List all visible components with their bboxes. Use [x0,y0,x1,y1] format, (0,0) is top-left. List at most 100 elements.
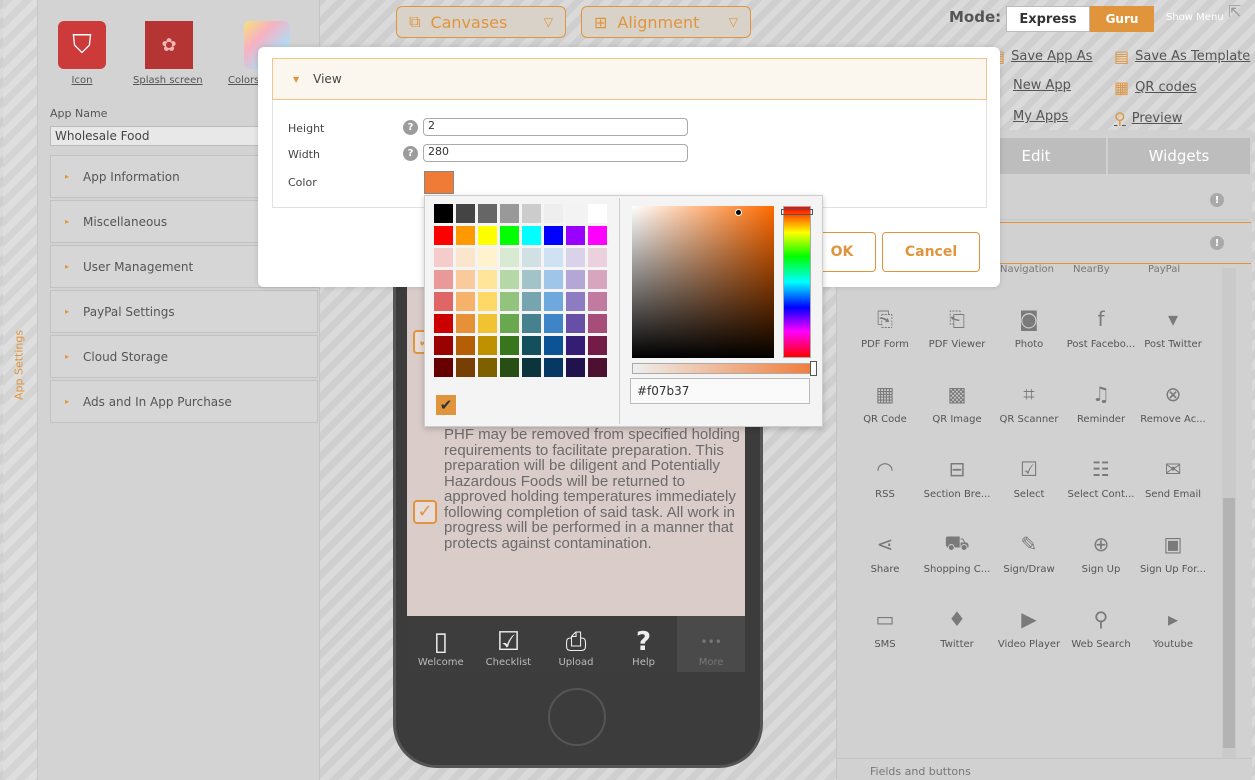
alpha-slider-handle[interactable] [810,361,817,376]
widget-item[interactable]: ⊗ Remove Ac... [1138,380,1208,455]
show-menu-link[interactable]: Show Menu [1166,12,1224,23]
palette-swatch[interactable] [566,226,585,245]
palette-swatch[interactable] [544,336,563,355]
palette-swatch[interactable] [456,226,475,245]
palette-swatch[interactable] [522,204,541,223]
phone-tab-upload[interactable]: ⎙ Upload [542,616,610,672]
widget-item[interactable]: ⎘ PDF Form [850,305,920,380]
palette-swatch[interactable] [456,314,475,333]
palette-swatch[interactable] [588,270,607,289]
palette-swatch[interactable] [544,248,563,267]
phone-tab-checklist[interactable]: ☑ Checklist [475,616,543,672]
widget-item[interactable]: ⌗ QR Scanner [994,380,1064,455]
widget-item[interactable]: ▾ Post Twitter [1138,305,1208,380]
widget-item[interactable]: ▣ Sign Up For... [1138,530,1208,605]
hue-slider-handle[interactable] [781,209,813,215]
view-section-header[interactable]: ▼ View [272,58,987,100]
width-input[interactable]: 280 [423,144,688,162]
save-app-as-link[interactable]: ▤Save App As [990,47,1092,66]
widget-item[interactable]: f Post Facebo... [1066,305,1136,380]
widget-item[interactable]: ♦ Twitter [922,605,992,680]
palette-swatch[interactable] [478,358,497,377]
widget-item[interactable]: ⊟ Section Bre... [922,455,992,530]
scrollbar-thumb[interactable] [1223,498,1235,748]
palette-swatch[interactable] [588,226,607,245]
hue-slider[interactable] [783,206,811,358]
palette-swatch[interactable] [500,314,519,333]
accordion-cloud-storage[interactable]: ▸ Cloud Storage [50,335,318,378]
palette-swatch[interactable] [434,270,453,289]
palette-swatch[interactable] [434,314,453,333]
my-apps-link[interactable]: My Apps [1013,109,1068,124]
hex-color-input[interactable]: #f07b37 [630,378,810,404]
info-icon[interactable]: ! [1210,193,1224,207]
widget-item[interactable]: ◠ RSS [850,455,920,530]
palette-swatch[interactable] [522,226,541,245]
palette-swatch[interactable] [434,204,453,223]
palette-swatch[interactable] [544,358,563,377]
widget-item[interactable]: ⋖ Share [850,530,920,605]
palette-swatch[interactable] [478,248,497,267]
external-link-icon[interactable]: ⇱ [1228,2,1241,21]
widget-item[interactable]: ⊕ Sign Up [1066,530,1136,605]
widget-item[interactable]: ▸ Youtube [1138,605,1208,680]
palette-swatch[interactable] [456,358,475,377]
palette-swatch[interactable] [566,204,585,223]
widget-item[interactable]: ♫ Reminder [1066,380,1136,455]
fields-and-buttons-header[interactable]: Fields and buttons [836,758,1252,780]
palette-swatch[interactable] [500,248,519,267]
phone-tab-welcome[interactable]: ▯ Welcome [407,616,475,672]
help-icon[interactable]: ? [403,120,418,135]
widget-item[interactable]: ▩ QR Image [922,380,992,455]
tab-widgets[interactable]: Widgets [1108,138,1250,174]
widget-item[interactable]: ☷ Select Cont... [1066,455,1136,530]
palette-swatch[interactable] [434,248,453,267]
splash-screen-label[interactable]: Splash screen [133,75,203,86]
info-icon[interactable]: ! [1210,236,1224,250]
widget-item[interactable]: ✉ Send Email [1138,455,1208,530]
selected-color-check-icon[interactable]: ✔ [436,395,456,415]
phone-tab-more[interactable]: ••• More [677,616,745,672]
palette-swatch[interactable] [566,336,585,355]
phone-tab-help[interactable]: ? Help [610,616,678,672]
palette-swatch[interactable] [478,270,497,289]
palette-swatch[interactable] [544,292,563,311]
saturation-value-field[interactable] [632,206,774,358]
widget-partial-navigation[interactable]: Navigation [1000,264,1054,275]
express-mode-button[interactable]: Express [1006,6,1090,32]
palette-swatch[interactable] [456,270,475,289]
palette-swatch[interactable] [588,248,607,267]
palette-swatch[interactable] [500,336,519,355]
palette-swatch[interactable] [478,336,497,355]
accordion-paypal-settings[interactable]: ▸ PayPal Settings [50,290,318,333]
phone-checkbox-checked[interactable]: ✓ [413,500,437,524]
widget-item[interactable]: ⛟ Shopping C... [922,530,992,605]
widget-item[interactable]: ✎ Sign/Draw [994,530,1064,605]
palette-swatch[interactable] [588,336,607,355]
palette-swatch[interactable] [566,292,585,311]
palette-swatch[interactable] [456,336,475,355]
widget-item[interactable]: ▭ SMS [850,605,920,680]
save-as-template-link[interactable]: ▤ Save As Template [1114,47,1250,66]
palette-swatch[interactable] [434,358,453,377]
palette-swatch[interactable] [566,248,585,267]
palette-swatch[interactable] [566,358,585,377]
height-input[interactable]: 2 [423,118,688,136]
alignment-dropdown[interactable]: ⊞ Alignment ▽ [581,6,751,38]
widget-item[interactable]: ◙ Photo [994,305,1064,380]
widget-item[interactable]: ☑ Select [994,455,1064,530]
palette-swatch[interactable] [500,204,519,223]
palette-swatch[interactable] [456,204,475,223]
preview-link[interactable]: ⚲ Preview [1114,109,1182,128]
palette-swatch[interactable] [522,292,541,311]
guru-mode-button[interactable]: Guru [1090,6,1154,32]
palette-swatch[interactable] [500,292,519,311]
saturation-cursor[interactable] [735,209,742,216]
widget-item[interactable]: ▦ QR Code [850,380,920,455]
palette-swatch[interactable] [588,204,607,223]
app-settings-tab-label[interactable]: App Settings [4,300,34,430]
palette-swatch[interactable] [566,270,585,289]
palette-swatch[interactable] [434,336,453,355]
palette-swatch[interactable] [434,226,453,245]
widget-partial-paypal[interactable]: PayPal [1148,264,1180,275]
